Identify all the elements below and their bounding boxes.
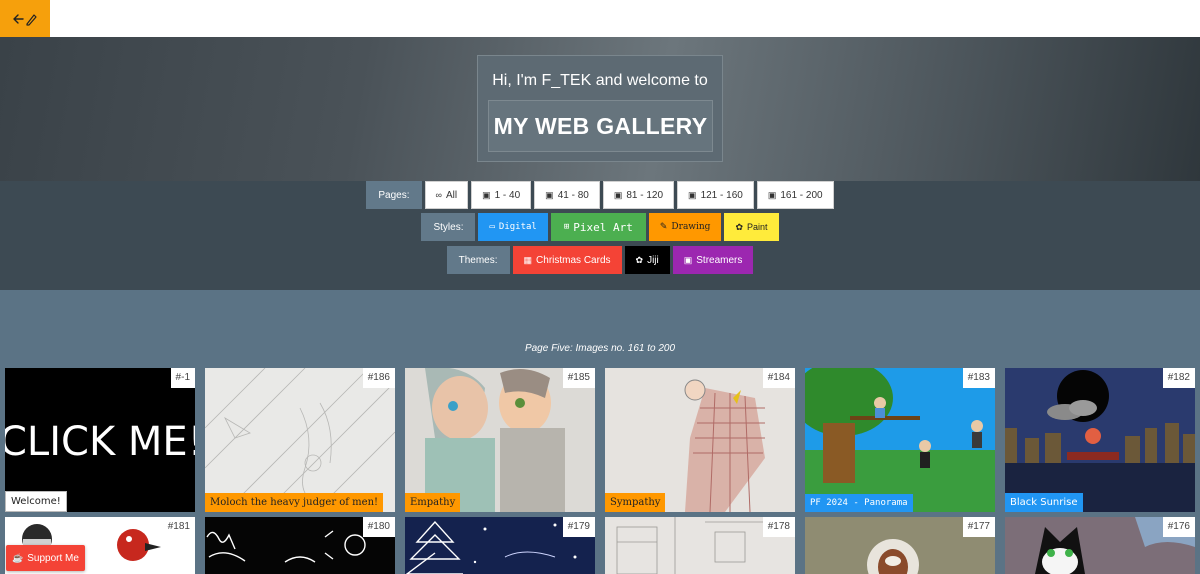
- image-number-badge: #178: [762, 517, 795, 537]
- gallery-card[interactable]: #176: [1005, 517, 1195, 574]
- gallery-title: MY WEB GALLERY: [488, 100, 713, 152]
- page-range-caption: Page Five: Images no. 161 to 200: [524, 343, 676, 354]
- support-me-label: Support Me: [27, 552, 79, 564]
- image-number-badge: #184: [762, 368, 795, 388]
- image-number-badge: #182: [1162, 368, 1195, 388]
- image-caption: Sympathy: [605, 493, 666, 512]
- gallery-card[interactable]: #180: [205, 517, 395, 574]
- infinity-icon: ∞: [435, 190, 442, 200]
- artwork-thumbnail: [605, 368, 795, 512]
- artwork-thumbnail: [1005, 368, 1195, 512]
- image-number-badge: #183: [962, 368, 995, 388]
- styles-label: Styles:: [421, 213, 476, 241]
- gallery-card[interactable]: CLICK ME! #-1 Welcome!: [5, 368, 195, 512]
- styles-filter-row: Styles: ▭ Digital ⊞ Pixel Art ✎ Drawing ✿ Pa…: [0, 213, 1200, 241]
- arrow-left-pencil-icon: [13, 13, 37, 26]
- page-filter-81-120[interactable]: ▣ 81 - 120: [602, 181, 675, 209]
- back-button[interactable]: [0, 0, 50, 37]
- style-filter-label: Pixel Art: [573, 220, 633, 234]
- style-filter-pixel-art[interactable]: ⊞ Pixel Art: [550, 213, 646, 241]
- image-icon: ▣: [613, 189, 623, 200]
- theme-filter-streamers[interactable]: ▣ Streamers: [672, 246, 754, 274]
- support-me-button[interactable]: ☕ Support Me: [6, 545, 85, 571]
- page-filter-all[interactable]: ∞ All: [424, 181, 469, 209]
- welcome-subtitle: Hi, I'm F_TEK and welcome to: [492, 72, 708, 89]
- style-filter-label: Drawing: [671, 222, 711, 232]
- pencil-icon: ✎: [659, 222, 668, 232]
- style-filter-label: Digital: [498, 222, 537, 232]
- style-filter-drawing[interactable]: ✎ Drawing: [648, 213, 722, 241]
- image-icon: ▣: [545, 189, 554, 200]
- image-caption: Empathy: [405, 493, 461, 512]
- theme-filter-christmas-cards[interactable]: ▦ Christmas Cards: [512, 246, 622, 274]
- artwork-thumbnail: [205, 368, 395, 512]
- page-filter-1-40[interactable]: ▣ 1 - 40: [471, 181, 532, 209]
- image-icon: ▣: [482, 189, 491, 200]
- page-filter-label: All: [445, 189, 458, 201]
- themes-label: Themes:: [446, 246, 510, 274]
- image-caption: PF 2024 - Panorama: [805, 494, 913, 512]
- palette-icon: ✿: [735, 221, 743, 232]
- gallery-card[interactable]: #179: [405, 517, 595, 574]
- image-number-badge: #179: [562, 517, 595, 537]
- gallery-card[interactable]: #177: [805, 517, 995, 574]
- page-filter-label: 161 - 200: [780, 189, 823, 201]
- style-filter-label: Paint: [747, 222, 768, 232]
- top-bar: [0, 0, 1200, 37]
- theme-filter-label: Streamers: [696, 254, 743, 266]
- artwork-thumbnail: [405, 368, 595, 512]
- style-filter-paint[interactable]: ✿ Paint: [724, 213, 779, 241]
- image-number-badge: #177: [962, 517, 995, 537]
- gift-icon: ▦: [523, 254, 533, 265]
- page-filter-41-80[interactable]: ▣ 41 - 80: [534, 181, 600, 209]
- title-card: Hi, I'm F_TEK and welcome to MY WEB GALL…: [477, 55, 723, 162]
- page-filter-121-160[interactable]: ▣ 121 - 160: [677, 181, 754, 209]
- image-number-badge: #180: [362, 517, 395, 537]
- page-filter-label: 1 - 40: [494, 189, 521, 201]
- theme-filter-label: Christmas Cards: [536, 254, 611, 266]
- pages-label: Pages:: [366, 181, 422, 209]
- gallery-card[interactable]: #186 Moloch the heavy judger of men!: [205, 368, 395, 512]
- image-number-badge: #-1: [170, 368, 195, 388]
- pages-filter-row: Pages: ∞ All ▣ 1 - 40 ▣ 41 - 80 ▣ 81 - 120 ▣…: [0, 181, 1200, 209]
- theme-filter-jiji[interactable]: ✿ Jiji: [624, 246, 670, 274]
- artwork-thumbnail: [805, 368, 995, 512]
- page-filter-label: 121 - 160: [700, 189, 743, 201]
- coffee-cup-icon: ☕: [12, 552, 24, 563]
- monitor-icon: ▭: [489, 222, 495, 232]
- page-filter-label: 81 - 120: [626, 189, 664, 201]
- page-filter-label: 41 - 80: [557, 189, 589, 201]
- image-icon: ▣: [688, 189, 697, 200]
- themes-filter-row: Themes: ▦ Christmas Cards ✿ Jiji ▣ Streamer…: [0, 246, 1200, 274]
- page-filter-161-200[interactable]: ▣ 161 - 200: [756, 181, 834, 209]
- gallery-card[interactable]: #182 Black Sunrise: [1005, 368, 1195, 512]
- filter-panel: Pages: ∞ All ▣ 1 - 40 ▣ 41 - 80 ▣ 81 - 120 ▣…: [0, 181, 1200, 290]
- image-caption: Moloch the heavy judger of men!: [205, 493, 384, 512]
- grid-icon: ⊞: [563, 222, 570, 232]
- gallery-card[interactable]: #185 Empathy: [405, 368, 595, 512]
- style-filter-digital[interactable]: ▭ Digital: [478, 213, 548, 241]
- image-caption: Black Sunrise: [1005, 493, 1083, 512]
- image-number-badge: #186: [362, 368, 395, 388]
- gallery-card[interactable]: #183 PF 2024 - Panorama: [805, 368, 995, 512]
- gallery-card[interactable]: #184 Sympathy: [605, 368, 795, 512]
- gallery-card[interactable]: #178: [605, 517, 795, 574]
- hero-banner: Hi, I'm F_TEK and welcome to MY WEB GALL…: [0, 37, 1200, 181]
- image-number-badge: #181: [162, 517, 195, 537]
- image-number-badge: #176: [1162, 517, 1195, 537]
- twitch-icon: ▣: [683, 254, 693, 265]
- image-caption: Welcome!: [5, 491, 67, 512]
- image-number-badge: #185: [562, 368, 595, 388]
- cat-icon: ✿: [635, 254, 644, 265]
- theme-filter-label: Jiji: [647, 254, 659, 266]
- artwork-text: CLICK ME!: [5, 419, 195, 465]
- image-icon: ▣: [767, 189, 777, 200]
